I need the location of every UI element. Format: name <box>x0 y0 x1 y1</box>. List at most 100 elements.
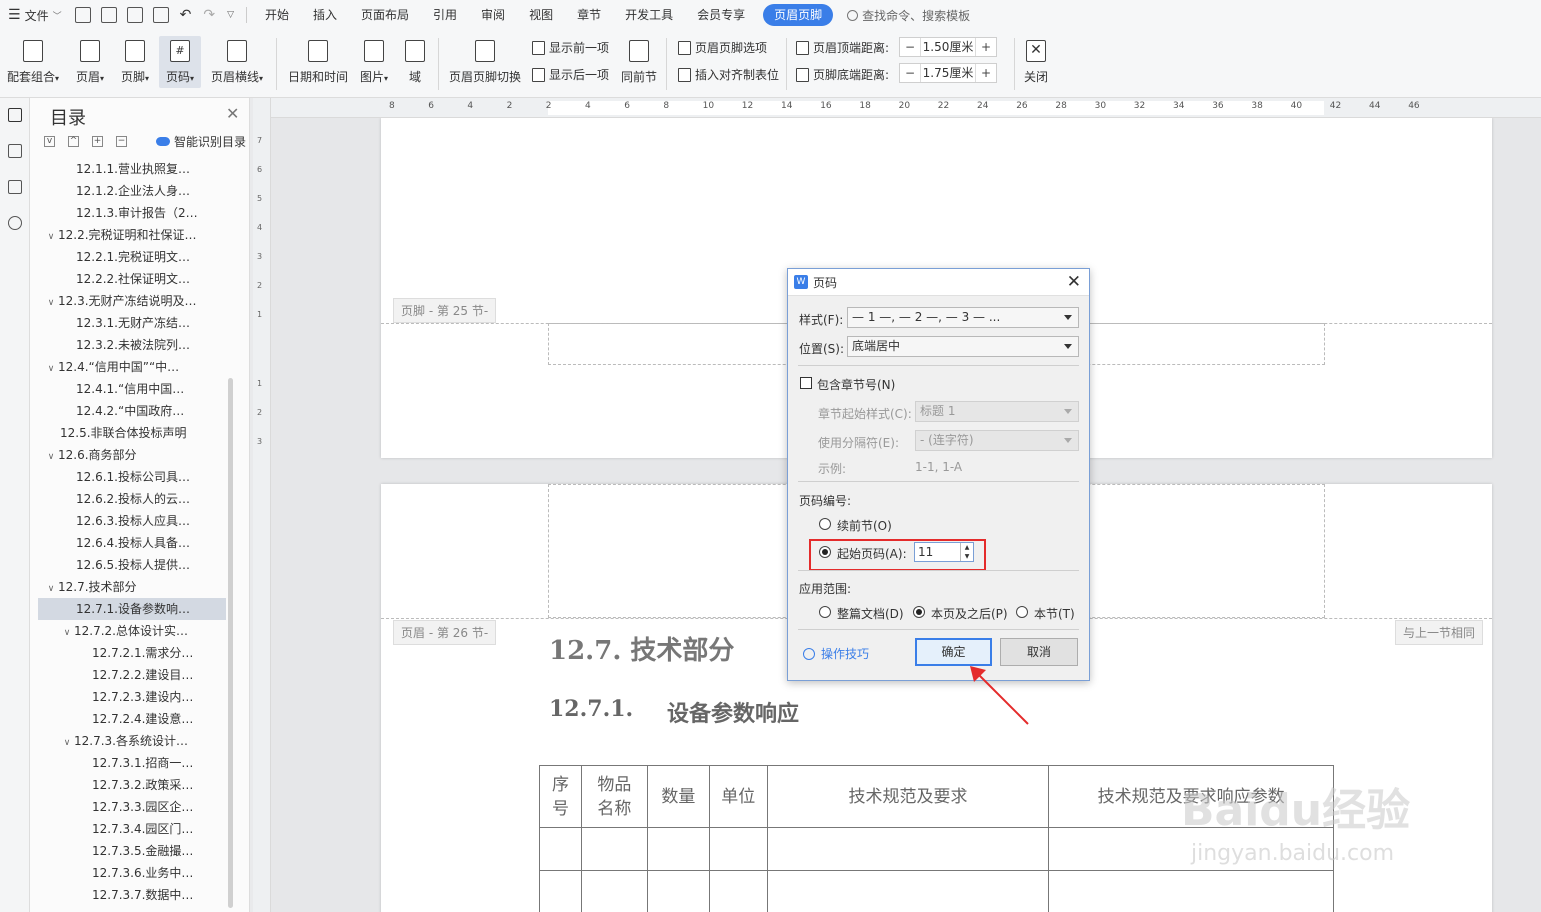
toc-item[interactable]: 12.2.1.完税证明文… <box>38 246 226 268</box>
header-button[interactable]: 页眉▾ <box>72 40 108 85</box>
expand-arrow-icon[interactable]: ∨ <box>60 732 74 752</box>
header-footer-switch-button[interactable]: 页眉页脚切换 <box>447 40 523 85</box>
toc-item[interactable]: 12.7.3.4.园区门… <box>38 818 226 840</box>
toc-item[interactable]: 12.7.2.1.需求分… <box>38 642 226 664</box>
toc-scrollbar[interactable] <box>228 378 233 908</box>
increment-button[interactable]: + <box>976 38 996 56</box>
tab-8[interactable]: 会员专享 <box>685 0 757 30</box>
tab-5[interactable]: 视图 <box>517 0 565 30</box>
tab-6[interactable]: 章节 <box>565 0 613 30</box>
tips-link[interactable]: 操作技巧 <box>803 645 869 662</box>
toc-item[interactable]: 12.6.3.投标人应具… <box>38 510 226 532</box>
include-chapter-checkbox[interactable] <box>800 377 812 389</box>
continue-radio[interactable] <box>819 518 831 530</box>
show-next-button[interactable]: 显示后一项 <box>532 66 609 83</box>
file-menu[interactable]: ☰ 文件 ﹀ <box>0 0 70 30</box>
tab-2[interactable]: 页面布局 <box>349 0 421 30</box>
toc-icon[interactable] <box>7 108 22 122</box>
search-box[interactable]: 查找命令、搜索模板 <box>847 7 970 24</box>
bookmark-icon[interactable] <box>7 180 22 194</box>
toc-item[interactable]: 12.7.1.设备参数响… <box>38 598 226 620</box>
toc-item[interactable]: 12.6.2.投标人的云… <box>38 488 226 510</box>
toc-item[interactable]: 12.7.3.6.业务中… <box>38 862 226 884</box>
save-icon[interactable] <box>74 7 91 23</box>
style-select[interactable]: — 1 —, — 2 —, — 3 — ... <box>847 307 1079 328</box>
close-icon[interactable]: ✕ <box>1067 272 1081 292</box>
toc-item[interactable]: 12.5.非联合体投标声明 <box>38 422 226 444</box>
print-preview-icon[interactable] <box>152 7 169 23</box>
toc-item[interactable]: 12.6.5.投标人提供… <box>38 554 226 576</box>
toc-item[interactable]: 12.4.1.“信用中国… <box>38 378 226 400</box>
collapse-icon[interactable]: v <box>44 136 55 147</box>
start-page-input[interactable]: 11 ▲ ▼ <box>914 542 974 562</box>
toc-item[interactable]: ∨ 12.2.完税证明和社保证… <box>38 224 226 246</box>
increment-button[interactable]: + <box>976 64 996 82</box>
expand-arrow-icon[interactable]: ∨ <box>60 622 74 642</box>
spin-arrows-icon[interactable]: ▲ ▼ <box>960 543 973 561</box>
export-icon[interactable] <box>100 7 117 23</box>
decrement-button[interactable]: − <box>900 38 920 56</box>
insert-tab-button[interactable]: 插入对齐制表位 <box>678 66 779 83</box>
chapter-start-select[interactable]: 标题 1 <box>915 401 1079 422</box>
expand-arrow-icon[interactable]: ∨ <box>44 446 58 466</box>
toc-item[interactable]: 12.7.2.3.建设内… <box>38 686 226 708</box>
scope-after-radio[interactable] <box>913 606 925 618</box>
tab-0[interactable]: 开始 <box>253 0 301 30</box>
datetime-button[interactable]: 日期和时间 <box>287 40 349 85</box>
header-top-distance-value[interactable]: 1.50厘米 <box>920 38 976 56</box>
toc-item[interactable]: 12.1.1.营业执照复… <box>38 158 226 180</box>
tab-4[interactable]: 审阅 <box>469 0 517 30</box>
scope-whole-radio[interactable] <box>819 606 831 618</box>
toc-item[interactable]: 12.6.1.投标公司具… <box>38 466 226 488</box>
toc-item[interactable]: 12.7.3.3.园区企… <box>38 796 226 818</box>
toc-item[interactable]: 12.7.2.4.建设意… <box>38 708 226 730</box>
combo-button[interactable]: 配套组合▾ <box>4 40 62 85</box>
separator-select[interactable]: - (连字符) <box>915 430 1079 451</box>
toc-item[interactable]: ∨ 12.6.商务部分 <box>38 444 226 466</box>
toc-item[interactable]: 12.7.3.7.数据中… <box>38 884 226 906</box>
footer-bottom-distance-value[interactable]: 1.75厘米 <box>920 64 976 82</box>
close-icon[interactable]: ✕ <box>226 104 239 123</box>
expand-arrow-icon[interactable]: ∨ <box>44 226 58 246</box>
toc-item[interactable]: 12.1.3.审计报告（2… <box>38 202 226 224</box>
outline-icon[interactable] <box>7 144 22 158</box>
footer-bottom-distance-stepper[interactable]: − 1.75厘米 + <box>899 63 997 83</box>
show-prev-button[interactable]: 显示前一项 <box>532 39 609 56</box>
redo-icon[interactable]: ↷ <box>203 7 215 23</box>
expand-arrow-icon[interactable]: ∨ <box>44 578 58 598</box>
toc-item[interactable]: ∨ 12.7.技术部分 <box>38 576 226 598</box>
customize-icon[interactable]: ▽ <box>227 10 234 20</box>
toc-item[interactable]: 12.2.2.社保证明文… <box>38 268 226 290</box>
tab-3[interactable]: 引用 <box>421 0 469 30</box>
print-icon[interactable] <box>126 7 143 23</box>
toc-item[interactable]: ∨ 12.4.“信用中国”“中… <box>38 356 226 378</box>
toc-item[interactable]: ∨ 12.7.2.总体设计实… <box>38 620 226 642</box>
picture-button[interactable]: 图片▾ <box>356 40 392 85</box>
expand-icon[interactable]: ^ <box>68 136 79 147</box>
add-icon[interactable]: + <box>92 136 103 147</box>
toc-item[interactable]: 12.1.2.企业法人身… <box>38 180 226 202</box>
toc-item[interactable]: ∨ 12.7.3.各系统设计… <box>38 730 226 752</box>
toc-item[interactable]: 12.6.4.投标人具备… <box>38 532 226 554</box>
toc-item[interactable]: 12.7.3.1.招商一… <box>38 752 226 774</box>
search-icon[interactable] <box>7 216 22 230</box>
hf-options-button[interactable]: 页眉页脚选项 <box>678 39 767 56</box>
page-number-button[interactable]: # 页码▾ <box>159 36 201 88</box>
tab-header-footer[interactable]: 页眉页脚 <box>763 4 834 26</box>
header-top-distance-stepper[interactable]: − 1.50厘米 + <box>899 37 997 57</box>
remove-icon[interactable]: − <box>116 136 127 147</box>
toc-item[interactable]: 12.7.2.2.建设目… <box>38 664 226 686</box>
header-line-button[interactable]: 页眉横线▾ <box>207 40 267 85</box>
footer-button[interactable]: 页脚▾ <box>117 40 153 85</box>
toc-item[interactable]: 12.3.1.无财产冻结… <box>38 312 226 334</box>
field-button[interactable]: 域 <box>401 40 429 85</box>
toc-item[interactable]: ∨ 12.3.无财产冻结说明及… <box>38 290 226 312</box>
position-select[interactable]: 底端居中 <box>847 336 1079 357</box>
decrement-button[interactable]: − <box>900 64 920 82</box>
same-as-prev-button[interactable]: 同前节 <box>620 40 658 85</box>
toc-item[interactable]: 12.7.3.2.政策采… <box>38 774 226 796</box>
toc-item[interactable]: 12.7.3.5.金融撮… <box>38 840 226 862</box>
smart-toc-button[interactable]: 智能识别目录 <box>156 133 246 150</box>
undo-icon[interactable]: ↶ <box>180 7 192 23</box>
expand-arrow-icon[interactable]: ∨ <box>44 358 58 378</box>
